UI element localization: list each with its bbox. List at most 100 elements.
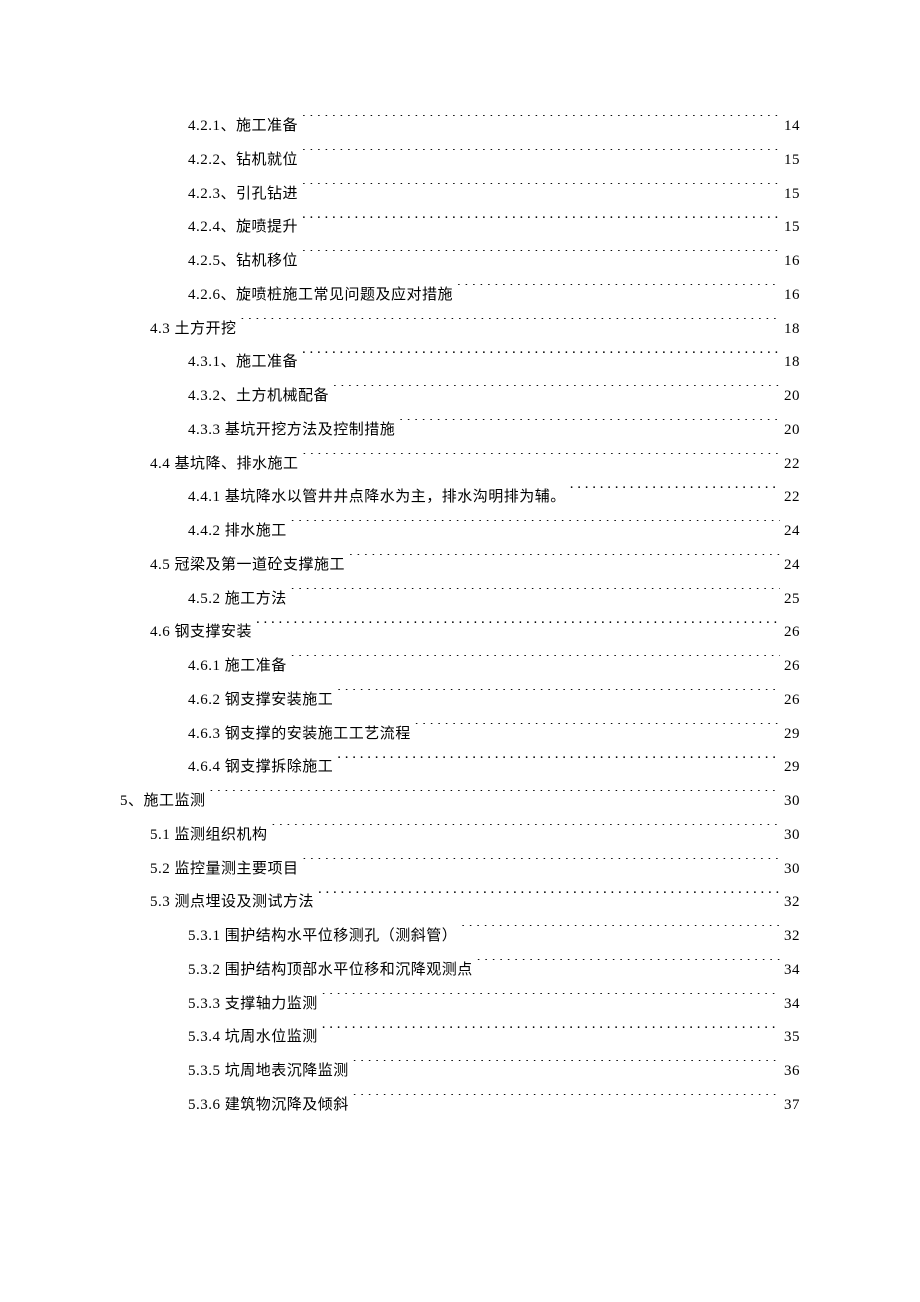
toc-entry-label: 4.2.3、引孔钻进 — [188, 178, 298, 212]
toc-entry-label: 4.6.1 施工准备 — [188, 650, 287, 684]
toc-leader-dots — [302, 183, 780, 198]
toc-entry-label: 4.4.2 排水施工 — [188, 515, 287, 549]
toc-leader-dots — [272, 824, 780, 839]
toc-leader-dots — [291, 655, 780, 670]
toc-entry-label: 4.4 基坑降、排水施工 — [150, 448, 299, 482]
toc-entry-label: 5.3.5 坑周地表沉降监测 — [188, 1055, 349, 1089]
toc-entry-page: 32 — [784, 920, 800, 954]
toc-entry-page: 26 — [784, 616, 800, 650]
toc-leader-dots — [303, 453, 780, 468]
toc-entry-label: 4.2.2、钻机就位 — [188, 144, 298, 178]
toc-entry-page: 16 — [784, 279, 800, 313]
toc-leader-dots — [302, 351, 780, 366]
toc-entry-page: 30 — [784, 853, 800, 887]
toc-entry: 4.2.1、施工准备 14 — [120, 110, 800, 144]
toc-entry-label: 5.3.4 坑周水位监测 — [188, 1021, 318, 1055]
toc-leader-dots — [302, 250, 780, 265]
toc-entry-label: 5.3.3 支撑轴力监测 — [188, 988, 318, 1022]
toc-leader-dots — [477, 959, 780, 974]
toc-entry-label: 4.3.3 基坑开挖方法及控制措施 — [188, 414, 395, 448]
toc-entry: 5.3.6 建筑物沉降及倾斜37 — [120, 1089, 800, 1123]
toc-entry: 4.5 冠梁及第一道砼支撑施工24 — [120, 549, 800, 583]
toc-entry-page: 22 — [784, 481, 800, 515]
toc-leader-dots — [322, 1026, 780, 1041]
toc-entry-label: 4.6.3 钢支撑的安装施工工艺流程 — [188, 718, 411, 752]
toc-entry-page: 36 — [784, 1055, 800, 1089]
toc-entry-label: 5.1 监测组织机构 — [150, 819, 268, 853]
toc-leader-dots — [322, 993, 780, 1008]
toc-entry: 4.2.6、旋喷桩施工常见问题及应对措施 16 — [120, 279, 800, 313]
toc-entry: 4.6.2 钢支撑安装施工26 — [120, 684, 800, 718]
toc-leader-dots — [302, 149, 780, 164]
toc-entry: 4.3.3 基坑开挖方法及控制措施 20 — [120, 414, 800, 448]
toc-entry: 4.2.2、钻机就位 15 — [120, 144, 800, 178]
toc-leader-dots — [461, 925, 780, 940]
toc-entry-label: 5、施工监测 — [120, 785, 206, 819]
toc-entry-page: 37 — [784, 1089, 800, 1123]
toc-entry: 5、施工监测 30 — [120, 785, 800, 819]
toc-leader-dots — [256, 621, 780, 636]
toc-entry-label: 5.3.2 围护结构顶部水平位移和沉降观测点 — [188, 954, 473, 988]
toc-entry-label: 4.6.4 钢支撑拆除施工 — [188, 751, 333, 785]
toc-leader-dots — [318, 891, 780, 906]
toc-entry: 4.4 基坑降、排水施工22 — [120, 448, 800, 482]
toc-entry-label: 4.5.2 施工方法 — [188, 583, 287, 617]
toc-leader-dots — [302, 115, 780, 130]
toc-entry-label: 4.2.6、旋喷桩施工常见问题及应对措施 — [188, 279, 453, 313]
toc-entry: 4.4.2 排水施工24 — [120, 515, 800, 549]
toc-entry: 4.2.3、引孔钻进15 — [120, 178, 800, 212]
toc-entry: 4.6.3 钢支撑的安装施工工艺流程 29 — [120, 718, 800, 752]
toc-entry-page: 18 — [784, 313, 800, 347]
toc-entry: 5.3.1 围护结构水平位移测孔（测斜管） 32 — [120, 920, 800, 954]
table-of-contents: 4.2.1、施工准备144.2.2、钻机就位154.2.3、引孔钻进154.2.… — [120, 110, 800, 1123]
toc-entry: 4.6 钢支撑安装 26 — [120, 616, 800, 650]
toc-entry: 4.6.1 施工准备 26 — [120, 650, 800, 684]
toc-leader-dots — [457, 284, 780, 299]
toc-entry-page: 25 — [784, 583, 800, 617]
toc-entry-label: 5.3 测点埋设及测试方法 — [150, 886, 314, 920]
toc-entry-page: 26 — [784, 684, 800, 718]
toc-leader-dots — [415, 723, 780, 738]
toc-entry: 5.2 监控量测主要项目 30 — [120, 853, 800, 887]
toc-leader-dots — [333, 385, 780, 400]
toc-entry: 4.4.1 基坑降水以管井井点降水为主，排水沟明排为辅。 22 — [120, 481, 800, 515]
toc-entry-page: 14 — [784, 110, 800, 144]
toc-entry: 4.6.4 钢支撑拆除施工 29 — [120, 751, 800, 785]
toc-leader-dots — [303, 858, 780, 873]
toc-entry-label: 4.6 钢支撑安装 — [150, 616, 252, 650]
toc-entry-page: 34 — [784, 954, 800, 988]
toc-entry-label: 4.2.1、施工准备 — [188, 110, 298, 144]
toc-entry-page: 30 — [784, 785, 800, 819]
toc-entry-page: 34 — [784, 988, 800, 1022]
toc-entry-page: 32 — [784, 886, 800, 920]
toc-entry: 4.3.1、施工准备18 — [120, 346, 800, 380]
toc-leader-dots — [337, 756, 780, 771]
toc-entry-label: 5.2 监控量测主要项目 — [150, 853, 299, 887]
toc-entry: 5.1 监测组织机构 30 — [120, 819, 800, 853]
toc-entry-page: 26 — [784, 650, 800, 684]
toc-entry-label: 4.5 冠梁及第一道砼支撑施工 — [150, 549, 345, 583]
toc-entry: 4.3.2、土方机械配备20 — [120, 380, 800, 414]
toc-entry-page: 16 — [784, 245, 800, 279]
toc-leader-dots — [302, 216, 780, 231]
toc-leader-dots — [349, 554, 780, 569]
toc-entry: 5.3.5 坑周地表沉降监测 36 — [120, 1055, 800, 1089]
toc-entry-label: 5.3.1 围护结构水平位移测孔（测斜管） — [188, 920, 457, 954]
toc-entry-page: 29 — [784, 751, 800, 785]
toc-entry-label: 4.4.1 基坑降水以管井井点降水为主，排水沟明排为辅。 — [188, 481, 566, 515]
toc-leader-dots — [353, 1094, 780, 1109]
toc-entry-page: 30 — [784, 819, 800, 853]
toc-entry: 4.5.2 施工方法 25 — [120, 583, 800, 617]
toc-entry: 4.2.5、钻机移位16 — [120, 245, 800, 279]
toc-entry-label: 4.3.1、施工准备 — [188, 346, 298, 380]
toc-entry: 4.2.4、旋喷提升15 — [120, 211, 800, 245]
toc-entry-page: 29 — [784, 718, 800, 752]
toc-leader-dots — [337, 689, 780, 704]
toc-entry: 5.3.2 围护结构顶部水平位移和沉降观测点 34 — [120, 954, 800, 988]
toc-entry: 5.3 测点埋设及测试方法 32 — [120, 886, 800, 920]
toc-entry-page: 15 — [784, 144, 800, 178]
toc-leader-dots — [291, 588, 780, 603]
toc-leader-dots — [570, 486, 780, 501]
toc-entry-page: 20 — [784, 414, 800, 448]
toc-entry: 5.3.4 坑周水位监测35 — [120, 1021, 800, 1055]
